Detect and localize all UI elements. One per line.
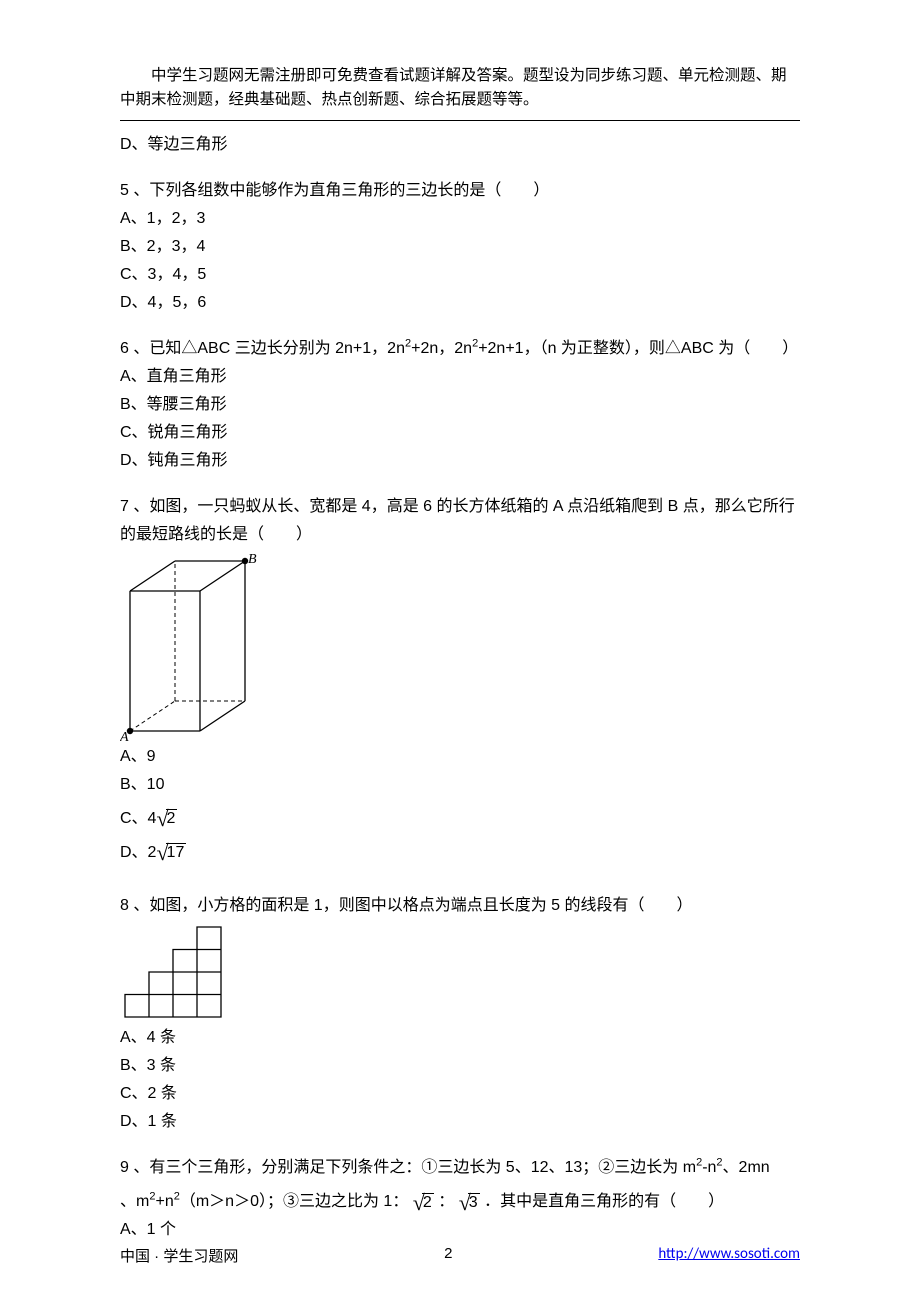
question-6: 6 、已知△ABC 三边长分别为 2n+1，2n2+2n，2n2+2n+1，（n…	[120, 335, 800, 475]
document-page: 中学生习题网无需注册即可免费查看试题详解及答案。题型设为同步练习题、单元检测题、…	[0, 0, 920, 1302]
cuboid-figure: A B	[120, 551, 260, 741]
question-9: 9 、有三个三角形，分别满足下列条件之：①三边长为 5、12、13；②三边长为 …	[120, 1154, 800, 1244]
footer-site-name: 中国 · 学生习题网	[120, 1245, 238, 1266]
sqrt-icon: √17	[156, 842, 186, 864]
page-footer: 中国 · 学生习题网 2 http://www.sosoti.com	[120, 1245, 800, 1266]
q5-option-c: C、3，4，5	[120, 261, 800, 289]
question-7: 7 、如图，一只蚂蚁从长、宽都是 4，高是 6 的长方体纸箱的 A 点沿纸箱爬到…	[120, 493, 800, 867]
q6-option-b: B、等腰三角形	[120, 391, 800, 419]
q5-stem: 5 、下列各组数中能够作为直角三角形的三边长的是（ ）	[120, 177, 800, 205]
q8-option-b: B、3 条	[120, 1052, 800, 1080]
question-8: 8 、如图，小方格的面积是 1，则图中以格点为端点且长度为 5 的线段有（ ） …	[120, 892, 800, 1136]
footer-page-number: 2	[444, 1245, 452, 1266]
q9-stem-line2: 、m2+n2（m＞n＞0）；③三边之比为 1： √2 ： √3 ．其中是直角三角…	[120, 1188, 800, 1216]
q9-stem-line1: 9 、有三个三角形，分别满足下列条件之：①三边长为 5、12、13；②三边长为 …	[120, 1154, 800, 1182]
q5-option-b: B、2，3，4	[120, 233, 800, 261]
q8-stem: 8 、如图，小方格的面积是 1，则图中以格点为端点且长度为 5 的线段有（ ）	[120, 892, 800, 920]
q5-option-a: A、1，2，3	[120, 205, 800, 233]
header-divider	[120, 120, 800, 121]
q6-option-a: A、直角三角形	[120, 363, 800, 391]
question-4-tail: D、等边三角形	[120, 131, 800, 159]
sqrt-icon: √2	[156, 808, 177, 830]
q7-stem: 7 、如图，一只蚂蚁从长、宽都是 4，高是 6 的长方体纸箱的 A 点沿纸箱爬到…	[120, 493, 800, 549]
q6-option-c: C、锐角三角形	[120, 419, 800, 447]
q7-option-c: C、4 √2	[120, 805, 800, 833]
q8-option-a: A、4 条	[120, 1024, 800, 1052]
q8-option-c: C、2 条	[120, 1080, 800, 1108]
staircase-grid-figure	[120, 922, 230, 1022]
point-a-label: A	[120, 730, 129, 741]
q6-stem: 6 、已知△ABC 三边长分别为 2n+1，2n2+2n，2n2+2n+1，（n…	[120, 335, 800, 363]
q9-option-a: A、1 个	[120, 1216, 800, 1244]
site-description: 中学生习题网无需注册即可免费查看试题详解及答案。题型设为同步练习题、单元检测题、…	[120, 64, 800, 112]
q7-option-d: D、2 √17	[120, 839, 800, 867]
q4-option-d: D、等边三角形	[120, 131, 800, 159]
sqrt-icon: √2	[413, 1192, 434, 1214]
q7-option-a: A、9	[120, 743, 800, 771]
q8-option-d: D、1 条	[120, 1108, 800, 1136]
q6-option-d: D、钝角三角形	[120, 447, 800, 475]
q7-option-b: B、10	[120, 771, 800, 799]
q5-option-d: D、4，5，6	[120, 289, 800, 317]
sqrt-icon: √3	[459, 1192, 480, 1214]
question-5: 5 、下列各组数中能够作为直角三角形的三边长的是（ ） A、1，2，3 B、2，…	[120, 177, 800, 317]
point-b-label: B	[248, 552, 257, 567]
footer-url-link[interactable]: http://www.sosoti.com	[658, 1245, 800, 1266]
